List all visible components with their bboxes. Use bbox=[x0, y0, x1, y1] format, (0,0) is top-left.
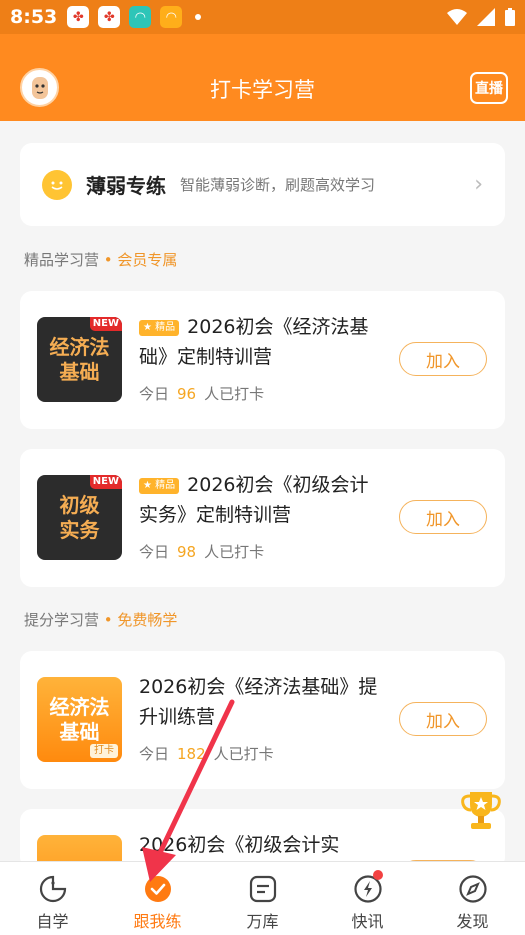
chevron-right-icon: › bbox=[474, 172, 483, 197]
section-tag: • 免费畅学 bbox=[103, 611, 178, 629]
smiley-icon bbox=[42, 169, 72, 200]
checkin-count: 98 bbox=[177, 543, 197, 561]
new-badge: NEW bbox=[89, 475, 122, 489]
camp-thumbnail: 经济法 基础 打卡 bbox=[37, 677, 122, 762]
camp-title: ★ 精品 2026初会《初级会计实务》定制特训营 bbox=[139, 474, 369, 526]
pacman-icon bbox=[38, 874, 68, 904]
premium-badge: ★ 精品 bbox=[139, 478, 180, 494]
battery-icon bbox=[505, 8, 515, 26]
nav-question-bank[interactable]: 万库 bbox=[210, 862, 315, 935]
new-badge: NEW bbox=[89, 317, 122, 331]
join-button[interactable]: 加入 bbox=[399, 702, 487, 736]
camp-card-partial[interactable]: 初级 2026初会《初级会计实 bbox=[20, 809, 505, 869]
trophy-icon[interactable] bbox=[456, 786, 506, 836]
thumb-text: 初级 实务 bbox=[59, 492, 100, 542]
nav-label: 快讯 bbox=[351, 912, 384, 931]
checkin-count: 96 bbox=[177, 385, 197, 403]
checkin-count: 182 bbox=[177, 745, 206, 763]
section-label-premium: 精品学习营 • 会员专属 bbox=[24, 249, 177, 270]
orange-app-icon: ◠ bbox=[160, 6, 183, 28]
section-title: 精品学习营 bbox=[24, 251, 100, 269]
nav-label: 万库 bbox=[246, 912, 279, 931]
live-button[interactable]: 直播 bbox=[470, 72, 508, 104]
status-time: 8:53 bbox=[10, 6, 58, 28]
wifi-icon bbox=[447, 9, 467, 25]
camp-stats: 今日 98 人已打卡 bbox=[139, 543, 265, 561]
maple-leaf-app-icon: ✤ bbox=[67, 6, 90, 28]
camp-card-economic-law[interactable]: 经济法 基础 NEW ★ 精品 2026初会《经济法基础》定制特训营 今日 96 人已打… bbox=[20, 291, 505, 429]
thumb-text: 经济法 基础 bbox=[49, 694, 110, 744]
nav-label: 自学 bbox=[36, 912, 69, 931]
check-circle-icon bbox=[143, 874, 173, 904]
join-button[interactable]: 加入 bbox=[399, 500, 487, 534]
nav-discover[interactable]: 发现 bbox=[420, 862, 525, 935]
camp-card-economic-law-boost[interactable]: 经济法 基础 打卡 2026初会《经济法基础》提升训练营 今日 182 人已打卡 加入 bbox=[20, 651, 505, 789]
camp-title: 2026初会《经济法基础》提升训练营 bbox=[139, 676, 378, 728]
notification-dot-icon bbox=[195, 14, 202, 20]
premium-badge: ★ 精品 bbox=[139, 320, 180, 336]
status-bar: 8:53 ✤ ✤ ◠ ◠ bbox=[0, 0, 525, 34]
section-label-free: 提分学习营 • 免费畅学 bbox=[24, 609, 177, 630]
teal-app-icon: ◠ bbox=[129, 6, 152, 28]
live-label: 直播 bbox=[475, 81, 503, 97]
maple-leaf-app-icon-2: ✤ bbox=[98, 6, 121, 28]
camp-thumbnail: 经济法 基础 NEW bbox=[37, 317, 122, 402]
camp-card-accounting-practice[interactable]: 初级 实务 NEW ★ 精品 2026初会《初级会计实务》定制特训营 今日 98 人已打… bbox=[20, 449, 505, 587]
nav-news[interactable]: 快讯 bbox=[315, 862, 420, 935]
thumb-text: 经济法 基础 bbox=[49, 334, 110, 384]
nav-label: 发现 bbox=[456, 912, 489, 931]
page-title: 打卡学习营 bbox=[210, 78, 315, 102]
weak-practice-description: 智能薄弱诊断，刷题高效学习 bbox=[180, 176, 376, 194]
notification-badge bbox=[373, 870, 383, 880]
camp-thumbnail: 初级 实务 NEW bbox=[37, 475, 122, 560]
section-tag: • 会员专属 bbox=[103, 251, 178, 269]
join-button[interactable]: 加入 bbox=[399, 342, 487, 376]
bottom-nav: 自学 跟我练 万库 快讯 发现 bbox=[0, 861, 525, 935]
camp-title: 2026初会《初级会计实 bbox=[139, 834, 340, 856]
weak-practice-card[interactable]: 薄弱专练 智能薄弱诊断，刷题高效学习 › bbox=[20, 143, 505, 226]
camp-stats: 今日 182 人已打卡 bbox=[139, 745, 274, 763]
nav-label: 跟我练 bbox=[133, 912, 182, 931]
app-bar: 打卡学习营 直播 bbox=[0, 34, 525, 121]
weak-practice-title: 薄弱专练 bbox=[86, 174, 166, 198]
nav-practice-with-me[interactable]: 跟我练 bbox=[105, 862, 210, 935]
signal-icon bbox=[477, 8, 495, 26]
compass-icon bbox=[458, 874, 488, 904]
punch-tag: 打卡 bbox=[90, 744, 118, 758]
section-title: 提分学习营 bbox=[24, 611, 100, 629]
list-box-icon bbox=[248, 874, 278, 904]
camp-title: ★ 精品 2026初会《经济法基础》定制特训营 bbox=[139, 316, 369, 368]
camp-stats: 今日 96 人已打卡 bbox=[139, 385, 265, 403]
nav-self-study[interactable]: 自学 bbox=[0, 862, 105, 935]
